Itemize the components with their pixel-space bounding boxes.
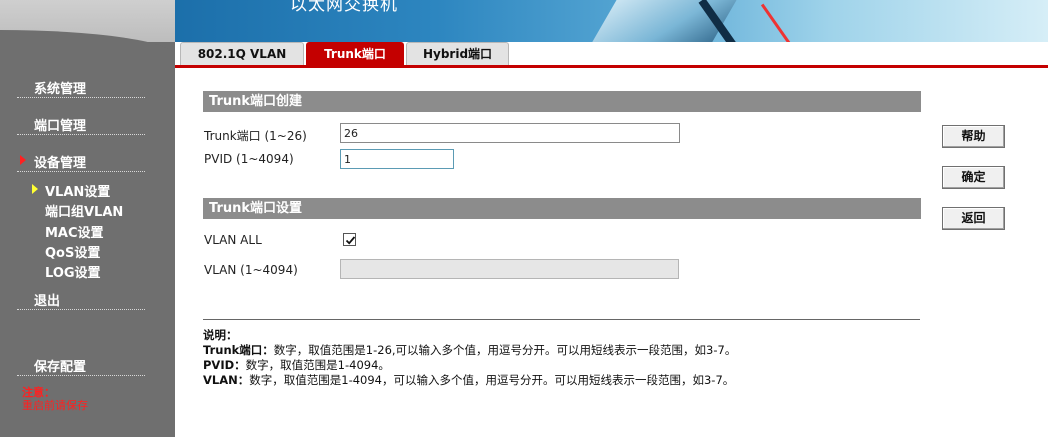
header-banner: 以太网交换机 <box>175 0 1048 42</box>
active-arrow-icon <box>32 184 38 194</box>
tab-trunk-port[interactable]: Trunk端口 <box>306 42 404 66</box>
banner-title: 以太网交换机 <box>290 0 398 15</box>
pvid-label: PVID (1~4094) <box>204 152 294 166</box>
confirm-button[interactable]: 确定 <box>942 166 1005 189</box>
vlan-label: VLAN (1~4094) <box>204 263 298 277</box>
sidebar-item-label: 端口管理 <box>34 119 87 134</box>
sidebar-subitem-qos[interactable]: QoS设置 <box>45 242 100 261</box>
sidebar-subitem-mac[interactable]: MAC设置 <box>45 222 104 241</box>
trunk-port-input[interactable] <box>340 123 680 143</box>
pvid-input[interactable] <box>340 149 454 169</box>
help-button[interactable]: 帮助 <box>942 125 1005 148</box>
sidebar-subitem-log[interactable]: LOG设置 <box>45 262 101 281</box>
notes-title-text: 说明： <box>203 328 238 342</box>
notes-key: VLAN： <box>203 373 250 387</box>
notes-text: 数字，取值范围是1-4094，可以输入多个值，用逗号分开。可以用短线表示一段范围… <box>249 373 735 387</box>
sidebar-item-port[interactable]: 端口管理 <box>17 114 145 135</box>
vlan-input[interactable] <box>340 259 679 279</box>
trunk-port-label: Trunk端口 (1~26) <box>204 129 307 143</box>
section-header-trunk-settings: Trunk端口设置 <box>203 198 921 219</box>
sidebar-item-save-config[interactable]: 保存配置 <box>17 355 145 376</box>
sidebar-item-logout[interactable]: 退出 <box>17 289 145 310</box>
sidebar-item-device[interactable]: 设备管理 <box>17 151 145 172</box>
sidebar-note-text: 重启前请保存 <box>22 399 88 412</box>
sidebar: 系统管理 端口管理 设备管理 VLAN设置 端口组VLAN MAC设置 QoS设… <box>0 0 175 437</box>
sidebar-item-label: 设备管理 <box>34 156 87 171</box>
notes-title: 说明： <box>203 327 238 343</box>
sidebar-item-label: 保存配置 <box>34 360 87 375</box>
notes-key: PVID： <box>203 358 246 372</box>
back-button[interactable]: 返回 <box>942 207 1005 230</box>
notes-line-trunk: Trunk端口：数字，取值范围是1-26,可以输入多个值，用逗号分开。可以用短线… <box>203 342 736 358</box>
tab-hybrid-port[interactable]: Hybrid端口 <box>406 42 509 66</box>
tab-8021q-vlan[interactable]: 802.1Q VLAN <box>180 42 304 66</box>
notes-text: 数字，取值范围是1-4094。 <box>245 358 390 372</box>
tab-underline <box>175 65 1048 68</box>
notes-divider <box>203 319 920 320</box>
notes-text: 数字，取值范围是1-26,可以输入多个值，用逗号分开。可以用短线表示一段范围，如… <box>273 343 737 357</box>
sidebar-item-label: 退出 <box>34 294 61 309</box>
sidebar-item-label: 系统管理 <box>34 82 87 97</box>
sidebar-item-system[interactable]: 系统管理 <box>17 77 145 98</box>
notes-line-pvid: PVID：数字，取值范围是1-4094。 <box>203 357 390 373</box>
vlan-all-label: VLAN ALL <box>204 233 262 247</box>
notes-key: Trunk端口： <box>203 343 274 357</box>
sidebar-subitem-vlan[interactable]: VLAN设置 <box>45 181 110 200</box>
notes-line-vlan: VLAN：数字，取值范围是1-4094，可以输入多个值，用逗号分开。可以用短线表… <box>203 372 734 388</box>
banner-accent-graphic <box>760 3 793 42</box>
section-header-trunk-create: Trunk端口创建 <box>203 91 921 112</box>
vlan-all-checkbox[interactable] <box>343 233 356 246</box>
expanded-arrow-icon <box>20 155 26 165</box>
checkmark-icon <box>345 236 356 245</box>
sidebar-subitem-port-group-vlan[interactable]: 端口组VLAN <box>45 201 123 220</box>
